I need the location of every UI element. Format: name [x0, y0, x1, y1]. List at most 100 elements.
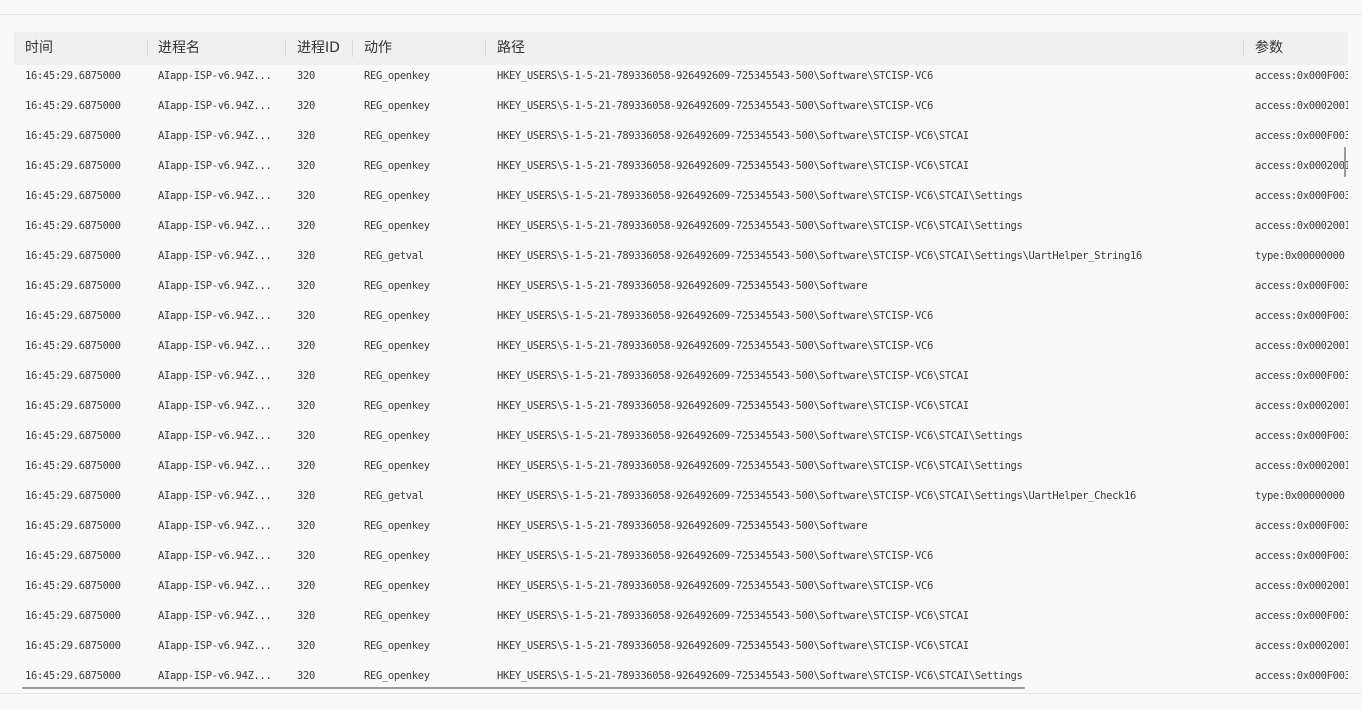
- cell-time: 16:45:29.6875000: [25, 400, 121, 412]
- cell-process-name: AIapp-ISP-v6.94Z...: [158, 490, 272, 502]
- cell-time: 16:45:29.6875000: [25, 280, 121, 292]
- cell-path: HKEY_USERS\S-1-5-21-789336058-926492609-…: [497, 310, 933, 322]
- cell-path: HKEY_USERS\S-1-5-21-789336058-926492609-…: [497, 520, 868, 532]
- cell-path: HKEY_USERS\S-1-5-21-789336058-926492609-…: [497, 70, 933, 82]
- cell-action: REG_openkey: [364, 460, 430, 472]
- cell-process-id: 320: [297, 370, 315, 382]
- cell-process-id: 320: [297, 220, 315, 232]
- table-row[interactable]: 16:45:29.6875000 AIapp-ISP-v6.94Z... 320 RE…: [14, 511, 1348, 541]
- table-row[interactable]: 16:45:29.6875000 AIapp-ISP-v6.94Z... 320 RE…: [14, 481, 1348, 511]
- table-row[interactable]: 16:45:29.6875000 AIapp-ISP-v6.94Z... 320 RE…: [14, 391, 1348, 421]
- cell-time: 16:45:29.6875000: [25, 610, 121, 622]
- cell-process-id: 320: [297, 160, 315, 172]
- cell-action: REG_openkey: [364, 340, 430, 352]
- table-row[interactable]: 16:45:29.6875000 AIapp-ISP-v6.94Z... 320 RE…: [14, 571, 1348, 601]
- cell-process-name: AIapp-ISP-v6.94Z...: [158, 310, 272, 322]
- table-row[interactable]: 16:45:29.6875000 AIapp-ISP-v6.94Z... 320 RE…: [14, 661, 1348, 690]
- table-row[interactable]: 16:45:29.6875000 AIapp-ISP-v6.94Z... 320 RE…: [14, 331, 1348, 361]
- table-row[interactable]: 16:45:29.6875000 AIapp-ISP-v6.94Z... 320 RE…: [14, 451, 1348, 481]
- cell-process-name: AIapp-ISP-v6.94Z...: [158, 160, 272, 172]
- table-row[interactable]: 16:45:29.6875000 AIapp-ISP-v6.94Z... 320 RE…: [14, 541, 1348, 571]
- vertical-scrollbar-thumb[interactable]: [1344, 147, 1346, 177]
- cell-args: access:0x000F003F: [1255, 130, 1348, 142]
- cell-path: HKEY_USERS\S-1-5-21-789336058-926492609-…: [497, 280, 868, 292]
- table-row[interactable]: 16:45:29.6875000 AIapp-ISP-v6.94Z... 320 RE…: [14, 211, 1348, 241]
- cell-path: HKEY_USERS\S-1-5-21-789336058-926492609-…: [497, 250, 1142, 262]
- cell-time: 16:45:29.6875000: [25, 70, 121, 82]
- horizontal-scrollbar[interactable]: [22, 687, 1348, 690]
- cell-args: access:0x000F003F: [1255, 520, 1348, 532]
- cell-time: 16:45:29.6875000: [25, 220, 121, 232]
- cell-args: access:0x00020019: [1255, 460, 1348, 472]
- cell-process-name: AIapp-ISP-v6.94Z...: [158, 610, 272, 622]
- cell-action: REG_openkey: [364, 670, 430, 682]
- event-log-table: 时间 进程名 进程ID 动作 路径 参数 16:45:29.6875000 AIa…: [14, 32, 1348, 690]
- cell-args: access:0x000F003F: [1255, 280, 1348, 292]
- cell-path: HKEY_USERS\S-1-5-21-789336058-926492609-…: [497, 610, 969, 622]
- cell-args: access:0x000F003F: [1255, 310, 1348, 322]
- cell-action: REG_openkey: [364, 520, 430, 532]
- cell-args: access:0x00020019: [1255, 340, 1348, 352]
- cell-process-name: AIapp-ISP-v6.94Z...: [158, 190, 272, 202]
- cell-time: 16:45:29.6875000: [25, 550, 121, 562]
- cell-process-name: AIapp-ISP-v6.94Z...: [158, 640, 272, 652]
- table-row[interactable]: 16:45:29.6875000 AIapp-ISP-v6.94Z... 320 RE…: [14, 121, 1348, 151]
- horizontal-scrollbar-thumb[interactable]: [22, 687, 1025, 689]
- cell-time: 16:45:29.6875000: [25, 670, 121, 682]
- cell-args: access:0x00020019: [1255, 640, 1348, 652]
- table-row[interactable]: 16:45:29.6875000 AIapp-ISP-v6.94Z... 320 RE…: [14, 181, 1348, 211]
- cell-path: HKEY_USERS\S-1-5-21-789336058-926492609-…: [497, 430, 1023, 442]
- cell-args: type:0x00000000: [1255, 250, 1345, 262]
- cell-action: REG_openkey: [364, 100, 430, 112]
- cell-args: access:0x00020019: [1255, 160, 1348, 172]
- cell-time: 16:45:29.6875000: [25, 520, 121, 532]
- cell-action: REG_openkey: [364, 580, 430, 592]
- cell-args: access:0x000F003F: [1255, 550, 1348, 562]
- cell-args: access:0x000F003F: [1255, 430, 1348, 442]
- cell-process-name: AIapp-ISP-v6.94Z...: [158, 670, 272, 682]
- table-row[interactable]: 16:45:29.6875000 AIapp-ISP-v6.94Z... 320 RE…: [14, 241, 1348, 271]
- cell-process-name: AIapp-ISP-v6.94Z...: [158, 100, 272, 112]
- cell-path: HKEY_USERS\S-1-5-21-789336058-926492609-…: [497, 490, 1136, 502]
- cell-process-id: 320: [297, 340, 315, 352]
- cell-time: 16:45:29.6875000: [25, 130, 121, 142]
- cell-path: HKEY_USERS\S-1-5-21-789336058-926492609-…: [497, 460, 1023, 472]
- cell-action: REG_openkey: [364, 70, 430, 82]
- cell-process-name: AIapp-ISP-v6.94Z...: [158, 460, 272, 472]
- cell-action: REG_openkey: [364, 400, 430, 412]
- cell-time: 16:45:29.6875000: [25, 190, 121, 202]
- cell-process-name: AIapp-ISP-v6.94Z...: [158, 250, 272, 262]
- table-row[interactable]: 16:45:29.6875000 AIapp-ISP-v6.94Z... 320 RE…: [14, 421, 1348, 451]
- table-row[interactable]: 16:45:29.6875000 AIapp-ISP-v6.94Z... 320 RE…: [14, 301, 1348, 331]
- cell-path: HKEY_USERS\S-1-5-21-789336058-926492609-…: [497, 190, 1023, 202]
- cell-action: REG_openkey: [364, 370, 430, 382]
- cell-process-id: 320: [297, 190, 315, 202]
- table-row[interactable]: 16:45:29.6875000 AIapp-ISP-v6.94Z... 320 RE…: [14, 601, 1348, 631]
- cell-time: 16:45:29.6875000: [25, 580, 121, 592]
- cell-process-id: 320: [297, 70, 315, 82]
- cell-process-id: 320: [297, 550, 315, 562]
- table-row[interactable]: 16:45:29.6875000 AIapp-ISP-v6.94Z... 320 RE…: [14, 631, 1348, 661]
- table-row[interactable]: 16:45:29.6875000 AIapp-ISP-v6.94Z... 320 RE…: [14, 271, 1348, 301]
- cell-action: REG_openkey: [364, 190, 430, 202]
- cell-path: HKEY_USERS\S-1-5-21-789336058-926492609-…: [497, 400, 969, 412]
- table-row[interactable]: 16:45:29.6875000 AIapp-ISP-v6.94Z... 320 RE…: [14, 361, 1348, 391]
- cell-action: REG_openkey: [364, 640, 430, 652]
- cell-path: HKEY_USERS\S-1-5-21-789336058-926492609-…: [497, 220, 1023, 232]
- cell-process-id: 320: [297, 640, 315, 652]
- cell-action: REG_openkey: [364, 550, 430, 562]
- cell-time: 16:45:29.6875000: [25, 640, 121, 652]
- cell-path: HKEY_USERS\S-1-5-21-789336058-926492609-…: [497, 370, 969, 382]
- table-row[interactable]: 16:45:29.6875000 AIapp-ISP-v6.94Z... 320 RE…: [14, 91, 1348, 121]
- table-row[interactable]: 16:45:29.6875000 AIapp-ISP-v6.94Z... 320 RE…: [14, 151, 1348, 181]
- cell-path: HKEY_USERS\S-1-5-21-789336058-926492609-…: [497, 550, 933, 562]
- table-row[interactable]: 16:45:29.6875000 AIapp-ISP-v6.94Z... 320 RE…: [14, 61, 1348, 91]
- cell-time: 16:45:29.6875000: [25, 460, 121, 472]
- cell-process-id: 320: [297, 250, 315, 262]
- cell-action: REG_openkey: [364, 130, 430, 142]
- cell-action: REG_openkey: [364, 610, 430, 622]
- cell-args: access:0x00020019: [1255, 100, 1348, 112]
- cell-path: HKEY_USERS\S-1-5-21-789336058-926492609-…: [497, 640, 969, 652]
- status-bar-divider: [0, 693, 1362, 694]
- cell-path: HKEY_USERS\S-1-5-21-789336058-926492609-…: [497, 160, 969, 172]
